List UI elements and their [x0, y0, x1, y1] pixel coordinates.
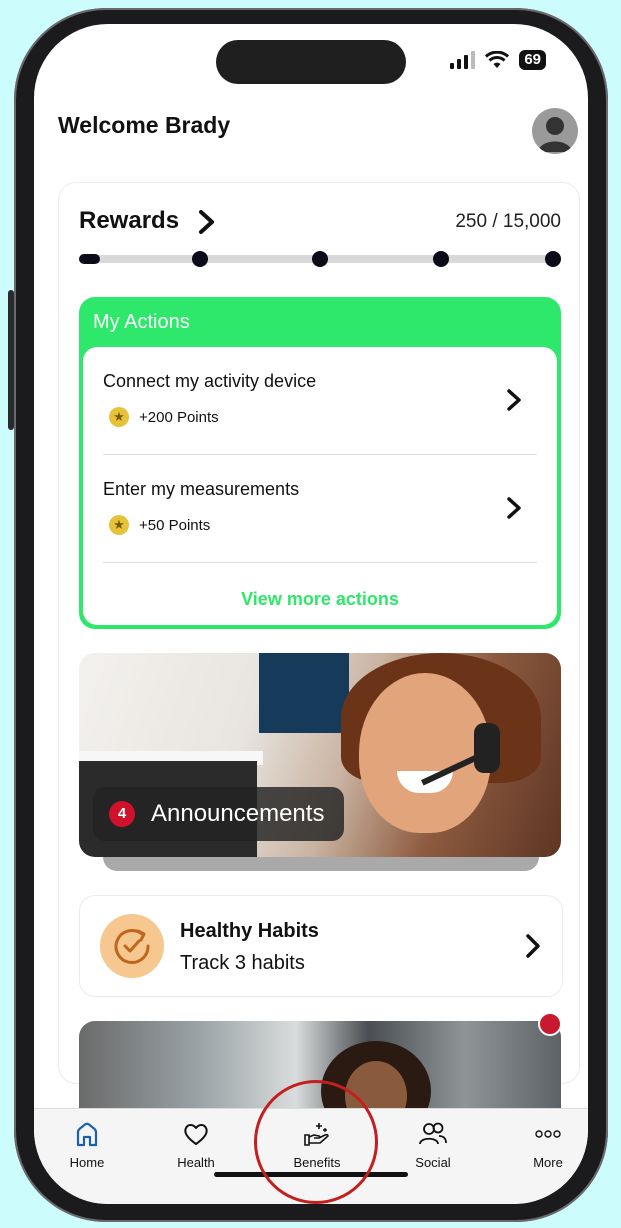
chevron-right-icon[interactable]: [197, 209, 217, 235]
star-coin-icon: ★: [109, 407, 129, 427]
more-dots-icon: [535, 1130, 561, 1138]
milestone-dot: [545, 251, 561, 267]
announcements-label-pill[interactable]: 4 Announcements: [93, 787, 345, 841]
tab-label: Social: [415, 1155, 451, 1170]
announcements-label: Announcements: [151, 800, 325, 827]
avatar[interactable]: [532, 108, 578, 154]
habits-subtitle: Track 3 habits: [180, 952, 305, 974]
home-icon: [76, 1122, 98, 1147]
battery-indicator: 69: [519, 50, 546, 70]
notification-dot: [538, 1012, 562, 1036]
tab-more[interactable]: More: [503, 1119, 588, 1179]
habits-title: Healthy Habits: [180, 920, 319, 942]
chevron-right-icon[interactable]: [524, 932, 542, 960]
notification-count-badge: 4: [109, 801, 135, 827]
app-screen: 69 Welcome Brady Rewards 250 / 15,000 My…: [34, 24, 588, 1204]
headset-icon: [474, 723, 500, 773]
action-label: Connect my activity device: [103, 371, 317, 391]
rewards-header[interactable]: Rewards 250 / 15,000: [79, 205, 561, 239]
tab-label: More: [533, 1155, 563, 1170]
my-actions-list: Connect my activity device ★ +200 Points…: [83, 347, 557, 625]
action-points: ★ +200 Points: [109, 407, 219, 427]
header: Welcome Brady: [58, 108, 578, 154]
habit-icon-badge: [100, 914, 164, 978]
heart-icon: [184, 1124, 208, 1145]
tab-social[interactable]: Social: [388, 1119, 478, 1179]
check-circle-icon: [114, 929, 150, 964]
my-actions-title: My Actions: [93, 311, 190, 333]
healthy-habits-card[interactable]: Healthy Habits Track 3 habits: [79, 895, 563, 997]
signal-icon: [450, 51, 476, 69]
announcements-card[interactable]: 4 Announcements: [79, 653, 561, 857]
view-more-actions-link[interactable]: View more actions: [83, 589, 557, 610]
welcome-title: Welcome Brady: [58, 112, 231, 138]
status-bar: 69: [450, 50, 546, 70]
tab-home[interactable]: Home: [42, 1119, 132, 1179]
chevron-right-icon[interactable]: [505, 387, 523, 413]
user-icon: [538, 117, 572, 152]
rewards-title[interactable]: Rewards: [79, 207, 179, 235]
divider: [103, 562, 537, 563]
highlight-ring-annotation: [254, 1080, 378, 1204]
action-item-enter-measurements[interactable]: Enter my measurements ★ +50 Points: [103, 455, 537, 563]
dynamic-island: [216, 40, 406, 84]
progress-fill: [79, 254, 100, 264]
tab-label: Health: [177, 1155, 215, 1170]
chevron-right-icon[interactable]: [505, 495, 523, 521]
action-points: ★ +50 Points: [109, 515, 210, 535]
photo-window: [259, 653, 349, 733]
action-label: Enter my measurements: [103, 479, 300, 499]
milestone-dot: [312, 251, 328, 267]
tab-label: Home: [69, 1155, 105, 1170]
points-label: +50 Points: [139, 516, 211, 534]
points-label: +200 Points: [139, 408, 219, 426]
people-icon: [419, 1122, 447, 1145]
action-item-connect-device[interactable]: Connect my activity device ★ +200 Points: [103, 347, 537, 455]
dashboard-card: Rewards 250 / 15,000 My Actions Connect …: [58, 182, 580, 1111]
tab-health[interactable]: Health: [151, 1119, 241, 1179]
side-button: [8, 290, 14, 430]
milestone-dot: [433, 251, 449, 267]
star-coin-icon: ★: [109, 515, 129, 535]
photo-person-face: [359, 673, 491, 833]
wifi-icon: [485, 51, 510, 68]
points-total: 250 / 15,000: [455, 211, 561, 232]
milestone-dot: [192, 251, 208, 267]
my-actions-panel: My Actions Connect my activity device ★ …: [79, 297, 561, 629]
rewards-progress-bar: [79, 251, 561, 267]
